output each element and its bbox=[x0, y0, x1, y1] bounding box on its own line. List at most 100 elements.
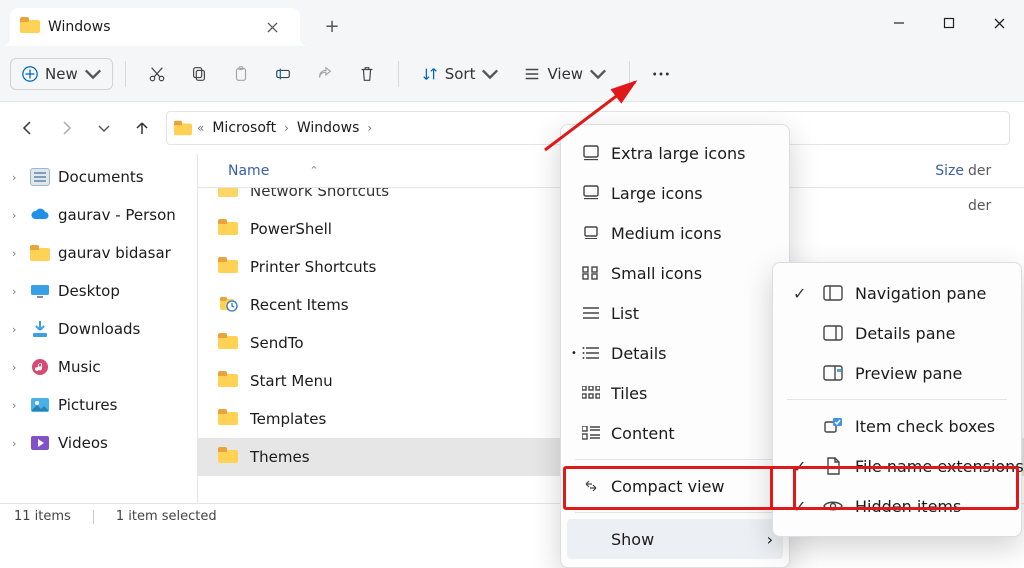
check-icon: ✓ bbox=[793, 284, 813, 303]
paste-button[interactable] bbox=[222, 59, 260, 89]
prevpane-icon bbox=[823, 365, 843, 381]
sidebar-item[interactable]: ›Downloads bbox=[0, 310, 197, 348]
column-name[interactable]: Name bbox=[228, 163, 269, 179]
chevron-down-icon bbox=[589, 65, 607, 83]
title-bar: Windows + bbox=[0, 0, 1024, 46]
menu-item-tiles[interactable]: Tiles bbox=[567, 373, 783, 413]
menu-item-extra large icons[interactable]: Extra large icons bbox=[567, 133, 783, 173]
close-tab-icon[interactable] bbox=[258, 13, 286, 41]
annotation-box-show bbox=[563, 466, 796, 510]
sidebar-item[interactable]: ›Pictures bbox=[0, 386, 197, 424]
back-button[interactable] bbox=[14, 114, 42, 142]
folder-icon bbox=[174, 121, 192, 135]
menu-item-small icons[interactable]: Small icons bbox=[567, 253, 783, 293]
md-icon bbox=[581, 225, 601, 241]
column-size[interactable]: Size bbox=[935, 163, 964, 179]
annotation-box-hidden bbox=[770, 466, 1019, 510]
folder-name: Start Menu bbox=[250, 372, 333, 390]
menu-item-large icons[interactable]: Large icons bbox=[567, 173, 783, 213]
menu-item-label: Details pane bbox=[855, 324, 956, 343]
forward-button[interactable] bbox=[52, 114, 80, 142]
breadcrumb-parent[interactable]: Microsoft bbox=[208, 118, 280, 138]
navigation-pane[interactable]: ›Documents›gaurav - Person›gaurav bidasa… bbox=[0, 154, 198, 503]
selection-count: 1 item selected bbox=[116, 509, 217, 524]
view-button[interactable]: View bbox=[513, 59, 617, 89]
view-list-icon bbox=[523, 65, 541, 83]
chevron-right-icon[interactable]: › bbox=[12, 171, 22, 184]
chevron-right-icon[interactable]: › bbox=[12, 437, 22, 450]
chevron-right-icon[interactable]: › bbox=[12, 323, 22, 336]
copy-button[interactable] bbox=[180, 59, 218, 89]
menu-item-navigation pane[interactable]: ✓Navigation pane bbox=[779, 273, 1015, 313]
folder-icon bbox=[218, 333, 238, 353]
pictures-icon bbox=[30, 397, 50, 413]
share-button[interactable] bbox=[306, 59, 344, 89]
menu-item-label: Small icons bbox=[611, 264, 702, 283]
delete-button[interactable] bbox=[348, 59, 386, 89]
minimize-button[interactable] bbox=[874, 4, 924, 42]
close-window-button[interactable] bbox=[974, 4, 1024, 42]
menu-item-label: Show bbox=[611, 530, 654, 549]
folder-icon bbox=[218, 294, 238, 316]
menu-item-label: Content bbox=[611, 424, 675, 443]
sidebar-item-label: gaurav bidasar bbox=[58, 244, 171, 262]
menu-item-label: Extra large icons bbox=[611, 144, 745, 163]
cut-button[interactable] bbox=[138, 59, 176, 89]
folder-name: Recent Items bbox=[250, 296, 349, 314]
tab-title: Windows bbox=[48, 19, 111, 35]
active-tab[interactable]: Windows bbox=[10, 8, 300, 46]
chevron-right-icon[interactable]: › bbox=[12, 399, 22, 412]
menu-item-list[interactable]: List bbox=[567, 293, 783, 333]
videos-icon bbox=[30, 435, 50, 451]
menu-item-content[interactable]: Content bbox=[567, 413, 783, 453]
chevron-right-icon[interactable]: › bbox=[12, 209, 22, 222]
folder-name: SendTo bbox=[250, 334, 304, 352]
list-icon bbox=[581, 306, 601, 320]
window-controls bbox=[874, 0, 1024, 46]
sm-icon bbox=[581, 266, 601, 280]
checkboxes-icon bbox=[823, 418, 843, 434]
folder-icon bbox=[218, 257, 238, 277]
menu-item-medium icons[interactable]: Medium icons bbox=[567, 213, 783, 253]
recent-locations-button[interactable] bbox=[90, 114, 118, 142]
chevron-right-icon[interactable]: › bbox=[12, 247, 22, 260]
menu-item-show[interactable]: Show› bbox=[567, 519, 783, 559]
breadcrumb-overflow[interactable]: « bbox=[197, 121, 204, 135]
sidebar-item-label: Desktop bbox=[58, 282, 120, 300]
breadcrumb-current[interactable]: Windows bbox=[293, 118, 364, 138]
sidebar-item[interactable]: › Desktop bbox=[0, 272, 197, 310]
menu-item-label: List bbox=[611, 304, 639, 323]
menu-item-item check boxes[interactable]: Item check boxes bbox=[779, 406, 1015, 446]
folder-icon bbox=[218, 219, 238, 239]
folder-icon bbox=[218, 371, 238, 391]
sidebar-item-label: Documents bbox=[58, 168, 144, 186]
up-button[interactable] bbox=[128, 114, 156, 142]
command-bar: New Sort View bbox=[0, 46, 1024, 102]
more-button[interactable] bbox=[642, 59, 680, 89]
trash-icon bbox=[358, 65, 376, 83]
maximize-button[interactable] bbox=[924, 4, 974, 42]
xl-icon bbox=[581, 144, 601, 162]
music-icon bbox=[30, 358, 50, 376]
chevron-right-icon[interactable]: › bbox=[12, 285, 22, 298]
onedrive-icon bbox=[30, 207, 50, 223]
sidebar-item[interactable]: ›Videos bbox=[0, 424, 197, 462]
detpane-icon bbox=[823, 325, 843, 341]
rename-button[interactable] bbox=[264, 59, 302, 89]
folder-name: Printer Shortcuts bbox=[250, 258, 376, 276]
sidebar-item[interactable]: ›Music bbox=[0, 348, 197, 386]
menu-item-details[interactable]: •Details bbox=[567, 333, 783, 373]
sidebar-item[interactable]: › Documents bbox=[0, 158, 197, 196]
menu-item-details pane[interactable]: Details pane bbox=[779, 313, 1015, 353]
tiles-icon bbox=[581, 386, 601, 400]
active-bullet: • bbox=[571, 348, 577, 359]
menu-item-preview pane[interactable]: Preview pane bbox=[779, 353, 1015, 393]
sort-button[interactable]: Sort bbox=[411, 59, 510, 89]
new-button[interactable]: New bbox=[10, 58, 113, 90]
menu-item-label: Large icons bbox=[611, 184, 703, 203]
sidebar-item[interactable]: › gaurav bidasar bbox=[0, 234, 197, 272]
chevron-right-icon[interactable]: › bbox=[12, 361, 22, 374]
sidebar-item[interactable]: ›gaurav - Person bbox=[0, 196, 197, 234]
lg-icon bbox=[581, 185, 601, 201]
new-tab-button[interactable]: + bbox=[318, 12, 346, 40]
